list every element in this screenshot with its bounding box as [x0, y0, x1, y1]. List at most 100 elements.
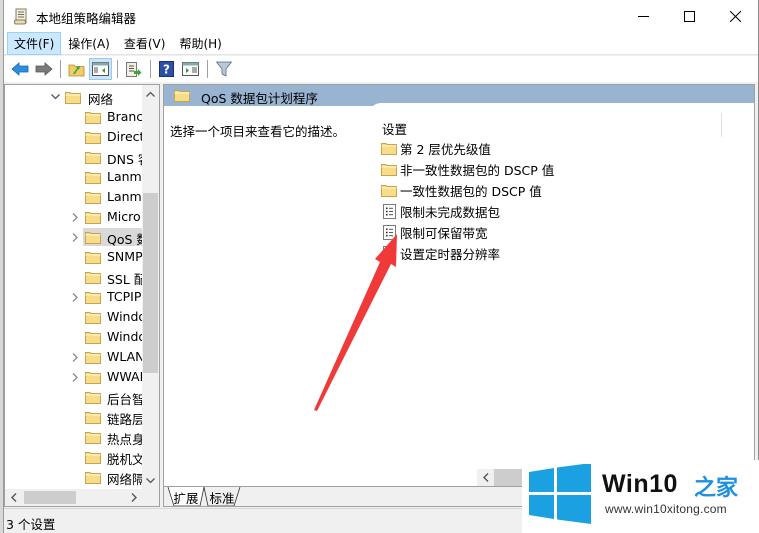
scroll-thumb[interactable] — [143, 193, 158, 373]
watermark-url: www.win10xitong.com — [605, 502, 727, 516]
tree-item-label: QoS 数 — [107, 232, 143, 247]
toolbar-separator — [207, 60, 208, 78]
tree-item[interactable]: WLAN — [5, 347, 143, 367]
minimize-icon — [637, 16, 649, 17]
tree-item[interactable]: Windo — [5, 307, 143, 327]
settings-folder-item[interactable]: 第 2 层优先级值 — [381, 138, 491, 158]
chevron-down-icon[interactable] — [50, 92, 60, 102]
tree-vertical-scrollbar[interactable] — [142, 85, 159, 489]
folder-icon — [85, 391, 101, 404]
setting-label: 第 2 层优先级值 — [400, 141, 491, 157]
svg-text:?: ? — [163, 63, 170, 77]
watermark: Win10 之家 www.win10xitong.com — [522, 460, 759, 533]
tree-item-label: Micro — [107, 209, 141, 224]
tree-item-label: Windo — [107, 309, 143, 324]
folder-icon — [85, 271, 101, 284]
tree-item[interactable]: 链路层 — [5, 407, 143, 427]
export-list-button[interactable] — [122, 58, 145, 80]
folder-icon — [85, 331, 101, 344]
tree-item[interactable]: Branch — [5, 107, 143, 127]
close-icon — [729, 11, 741, 22]
scroll-left-arrow[interactable] — [5, 489, 22, 506]
menu-file[interactable]: 文件(F) — [7, 32, 62, 55]
policy-setting-icon — [381, 203, 397, 219]
menu-help[interactable]: 帮助(H) — [172, 32, 228, 55]
tree-item[interactable]: DNS 客 — [5, 147, 143, 167]
chevron-right-icon[interactable] — [70, 352, 80, 362]
tree-item-label: Branch — [107, 109, 143, 124]
settings-folder-item[interactable]: 一致性数据包的 DSCP 值 — [381, 180, 542, 200]
folder-icon — [381, 141, 397, 155]
tree-item-label: DNS 客 — [107, 152, 143, 167]
folder-icon — [85, 311, 101, 324]
folder-icon — [85, 111, 101, 124]
folder-icon — [85, 211, 101, 224]
scroll-left-arrow[interactable] — [477, 469, 494, 486]
filter-button[interactable] — [212, 58, 235, 80]
window-title: 本地组策略编辑器 — [36, 11, 137, 26]
tree-item[interactable]: Micro — [5, 207, 143, 227]
chevron-right-icon[interactable] — [70, 292, 80, 302]
tree-item[interactable]: Direct — [5, 127, 143, 147]
setting-label: 设置定时器分辨率 — [400, 246, 501, 262]
show-action-pane-button[interactable] — [179, 58, 202, 80]
folder-icon — [85, 231, 101, 244]
settings-folder-item[interactable]: 非一致性数据包的 DSCP 值 — [381, 159, 554, 179]
show-hide-tree-button[interactable] — [89, 58, 112, 80]
tree-item-network[interactable]: 网络 — [5, 87, 143, 107]
tree-item[interactable]: 后台智 — [5, 387, 143, 407]
policy-setting-item[interactable]: 限制未完成数据包 — [381, 201, 500, 221]
close-button[interactable] — [712, 0, 758, 33]
tree-item-label: Direct — [107, 129, 143, 144]
up-folder-button[interactable] — [65, 58, 88, 80]
tree-item[interactable]: Lanma — [5, 167, 143, 187]
tree-item[interactable]: WWAN — [5, 367, 143, 387]
maximize-button[interactable] — [666, 0, 712, 33]
toolbar-separator — [150, 60, 151, 78]
chevron-right-icon[interactable] — [70, 232, 80, 242]
tree-item-label: TCPIP — [107, 289, 142, 304]
chevron-right-icon[interactable] — [70, 372, 80, 382]
folder-icon — [85, 171, 101, 184]
folder-icon — [381, 183, 397, 197]
forward-button[interactable] — [32, 58, 55, 80]
export-list-icon — [126, 61, 142, 77]
tab-standard[interactable]: 标准 — [206, 487, 238, 506]
scroll-up-arrow[interactable] — [142, 85, 159, 102]
chevron-right-icon[interactable] — [70, 212, 80, 222]
policy-setting-item[interactable]: 限制可保留带宽 — [381, 222, 488, 242]
action-pane-icon — [182, 62, 199, 76]
description-pane: 选择一个项目来查看它的描述。 — [164, 106, 369, 486]
windows-logo-icon — [529, 464, 591, 524]
tree-item[interactable]: QoS 数 — [5, 227, 143, 247]
help-button[interactable]: ? — [155, 58, 178, 80]
folder-icon — [85, 371, 101, 384]
tree-item[interactable]: 脱机文 — [5, 447, 143, 467]
tree-item[interactable]: SSL 配 — [5, 267, 143, 287]
scroll-right-arrow[interactable] — [125, 489, 142, 506]
scroll-down-arrow[interactable] — [142, 472, 159, 489]
setting-label: 非一致性数据包的 DSCP 值 — [400, 162, 555, 178]
back-button[interactable] — [8, 58, 31, 80]
tree-horizontal-scrollbar[interactable] — [5, 489, 159, 506]
menu-view[interactable]: 查看(V) — [117, 32, 173, 55]
tree-item[interactable]: SNMP — [5, 247, 143, 267]
tree-item-label: SSL 配 — [107, 272, 143, 287]
scroll-thumb[interactable] — [24, 491, 76, 504]
tab-extended[interactable]: 扩展 — [170, 487, 202, 506]
folder-icon — [85, 151, 101, 164]
column-header-settings[interactable]: 设置 — [382, 119, 407, 138]
policy-setting-item[interactable]: 设置定时器分辨率 — [381, 243, 500, 263]
menu-bar: 文件(F) 操作(A) 查看(V) 帮助(H) — [4, 32, 758, 55]
minimize-button[interactable] — [620, 0, 666, 33]
tree-item[interactable]: 网络隔 — [5, 467, 143, 487]
menu-action[interactable]: 操作(A) — [61, 32, 117, 55]
tree-item[interactable]: Lanma — [5, 187, 143, 207]
tree-item[interactable]: 热点身 — [5, 427, 143, 447]
tree-item[interactable]: TCPIP — [5, 287, 143, 307]
tree-item[interactable]: Windo — [5, 327, 143, 347]
settings-list: 设置 第 2 层优先级值非一致性数据包的 DSCP 值一致性数据包的 DSCP … — [369, 103, 754, 469]
column-separator[interactable] — [721, 113, 722, 137]
folder-icon — [85, 411, 101, 424]
tree-item-label: Lanma — [107, 189, 143, 204]
